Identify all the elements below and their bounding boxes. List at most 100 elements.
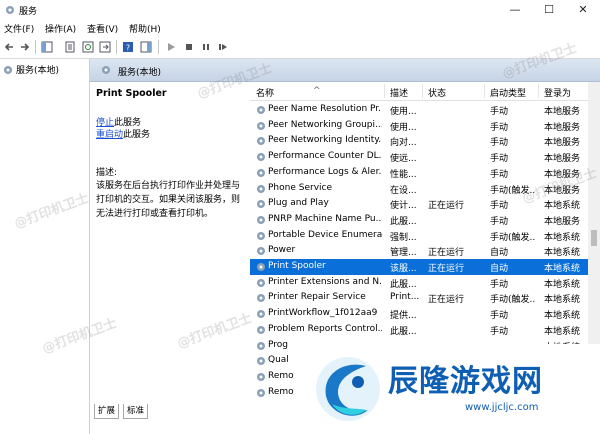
row-startup: 手动(触发... bbox=[490, 295, 536, 306]
service-gear-icon bbox=[257, 294, 265, 303]
column-divider[interactable] bbox=[422, 84, 423, 98]
services-app-icon bbox=[6, 6, 14, 14]
column-startup-type[interactable]: 启动类型 bbox=[490, 86, 526, 99]
tree-item-services-local[interactable]: 服务(本地) bbox=[3, 63, 59, 76]
menu-view[interactable]: 查看(V) bbox=[87, 22, 118, 35]
table-row[interactable]: Peer Name Resolution Pr... 使用... 手动 本地服务 bbox=[250, 102, 590, 118]
table-row[interactable]: Power 管理... 正在运行 自动 本地系统 bbox=[250, 243, 590, 259]
toolbar-divider bbox=[158, 40, 159, 54]
row-name: PNRP Machine Name Pu... bbox=[268, 213, 382, 224]
table-row[interactable]: Problem Reports Control... 此服... 手动 本地系统 bbox=[250, 322, 590, 338]
row-logon: 本地系统 bbox=[544, 295, 581, 306]
row-desc: 强制... bbox=[390, 232, 417, 243]
scrollbar-thumb[interactable] bbox=[591, 230, 597, 246]
table-row[interactable]: Performance Counter DL... 使远... 手动 本地服务 bbox=[250, 149, 590, 165]
restart-link-suffix: 此服务 bbox=[123, 130, 151, 140]
row-desc: 使计... bbox=[390, 201, 417, 212]
restart-service-icon[interactable] bbox=[217, 41, 229, 53]
row-name: Performance Logs & Aler... bbox=[268, 166, 382, 177]
table-row[interactable]: PrintWorkflow_1f012aa9 提供... 手动 本地系统 bbox=[250, 306, 590, 322]
gear-icon bbox=[4, 65, 12, 74]
table-row[interactable]: Print Spooler 该服... 正在运行 自动 本地系统 bbox=[250, 259, 590, 275]
row-name: Peer Networking Groupi... bbox=[268, 119, 382, 130]
selected-service-name: Print Spooler bbox=[96, 88, 167, 99]
row-logon: 本地系统 bbox=[544, 264, 581, 274]
column-status[interactable]: 状态 bbox=[428, 86, 446, 99]
row-startup: 手动 bbox=[490, 122, 509, 133]
restart-link-row: 重启动此服务 bbox=[96, 127, 150, 140]
menu-help[interactable]: 帮助(H) bbox=[129, 22, 161, 35]
row-logon: 本地服务 bbox=[544, 216, 581, 227]
service-gear-icon bbox=[257, 357, 265, 366]
description-text: 该服务在后台执行打印作业并处理与打印机的交互。如果关闭该服务，则无法进行打印或查… bbox=[96, 181, 241, 219]
show-hide-pane-icon[interactable] bbox=[140, 41, 152, 53]
column-divider[interactable] bbox=[484, 84, 485, 98]
table-row[interactable]: PNRP Machine Name Pu... 此服... 手动 本地服务 bbox=[250, 212, 590, 228]
table-row[interactable]: Performance Logs & Aler... 性能... 手动 本地服务 bbox=[250, 165, 590, 181]
service-gear-icon bbox=[257, 325, 265, 334]
row-logon: 本地系统 bbox=[544, 279, 581, 290]
toolbar-divider bbox=[116, 40, 117, 54]
brand-swirl-icon bbox=[316, 357, 380, 421]
row-name: Performance Counter DL... bbox=[268, 151, 382, 162]
export-list-icon[interactable] bbox=[99, 41, 111, 53]
row-status: 正在运行 bbox=[428, 248, 465, 259]
row-logon: 本地系统 bbox=[544, 311, 581, 322]
row-logon: 本地系统 bbox=[544, 201, 581, 212]
svg-text:?: ? bbox=[126, 44, 130, 53]
help-icon[interactable]: ? bbox=[122, 41, 134, 53]
minimize-button[interactable]: — bbox=[498, 0, 532, 20]
tab-extended[interactable]: 扩展 bbox=[94, 404, 120, 419]
row-desc: 性能... bbox=[390, 169, 417, 180]
forward-arrow-icon[interactable] bbox=[19, 41, 31, 53]
service-gear-icon bbox=[257, 388, 265, 397]
row-desc: 向对... bbox=[390, 138, 417, 149]
row-name: Peer Networking Identity... bbox=[268, 135, 382, 146]
brand-url: www.jjcljc.com bbox=[465, 402, 539, 413]
service-gear-icon bbox=[257, 263, 265, 271]
column-logon-as[interactable]: 登录为 bbox=[544, 86, 571, 99]
row-desc: 使用... bbox=[390, 107, 417, 117]
row-logon: 本地系统 bbox=[544, 232, 581, 243]
service-gear-icon bbox=[257, 121, 265, 130]
refresh-icon[interactable] bbox=[82, 41, 94, 53]
row-startup: 手动 bbox=[490, 169, 509, 180]
row-desc: 使远... bbox=[390, 154, 417, 165]
tree-item-label: 服务(本地) bbox=[16, 66, 60, 76]
close-button[interactable]: ✕ bbox=[566, 0, 600, 20]
table-row[interactable]: Printer Extensions and N... 此服... 手动 本地系统 bbox=[250, 275, 590, 291]
maximize-button[interactable]: ☐ bbox=[532, 0, 566, 20]
menu-action[interactable]: 操作(A) bbox=[45, 22, 76, 35]
service-gear-icon bbox=[257, 106, 265, 114]
service-gear-icon bbox=[257, 372, 265, 381]
row-status: 正在运行 bbox=[428, 201, 465, 212]
pause-service-icon[interactable] bbox=[200, 41, 212, 53]
properties-icon[interactable] bbox=[64, 41, 76, 53]
header-title: 服务(本地) bbox=[118, 68, 162, 78]
row-desc: 此服... bbox=[390, 279, 417, 290]
stop-service-icon[interactable] bbox=[183, 41, 195, 53]
table-row[interactable]: Printer Repair Service Print... 正在运行 手动(触发.… bbox=[250, 290, 590, 306]
row-name: PrintWorkflow_1f012aa9 bbox=[268, 308, 378, 319]
menu-file[interactable]: 文件(F) bbox=[4, 22, 34, 35]
column-divider[interactable] bbox=[538, 84, 539, 98]
column-name[interactable]: 名称 bbox=[256, 86, 274, 99]
service-gear-icon bbox=[257, 153, 265, 162]
table-row[interactable]: Portable Device Enumera... 强制... 手动(触发... 本… bbox=[250, 228, 590, 244]
service-gear-icon bbox=[257, 247, 265, 256]
column-description[interactable]: 描述 bbox=[390, 86, 408, 99]
column-divider[interactable] bbox=[384, 84, 385, 98]
service-gear-icon bbox=[257, 215, 265, 224]
back-arrow-icon[interactable] bbox=[3, 41, 15, 53]
service-gear-icon bbox=[257, 137, 265, 146]
row-startup: 手动 bbox=[490, 154, 509, 165]
tab-standard[interactable]: 标准 bbox=[123, 404, 149, 419]
table-row[interactable]: Peer Networking Identity... 向对... 手动 本地服务 bbox=[250, 133, 590, 149]
console-tree-icon[interactable] bbox=[41, 41, 53, 53]
service-gear-icon bbox=[257, 168, 265, 177]
table-row[interactable]: Peer Networking Groupi... 使用... 手动 本地服务 bbox=[250, 118, 590, 134]
start-service-icon[interactable] bbox=[165, 41, 177, 53]
restart-service-link[interactable]: 重启动 bbox=[96, 130, 123, 140]
row-startup: 自动 bbox=[490, 248, 509, 259]
row-desc: 此服... bbox=[390, 216, 417, 227]
